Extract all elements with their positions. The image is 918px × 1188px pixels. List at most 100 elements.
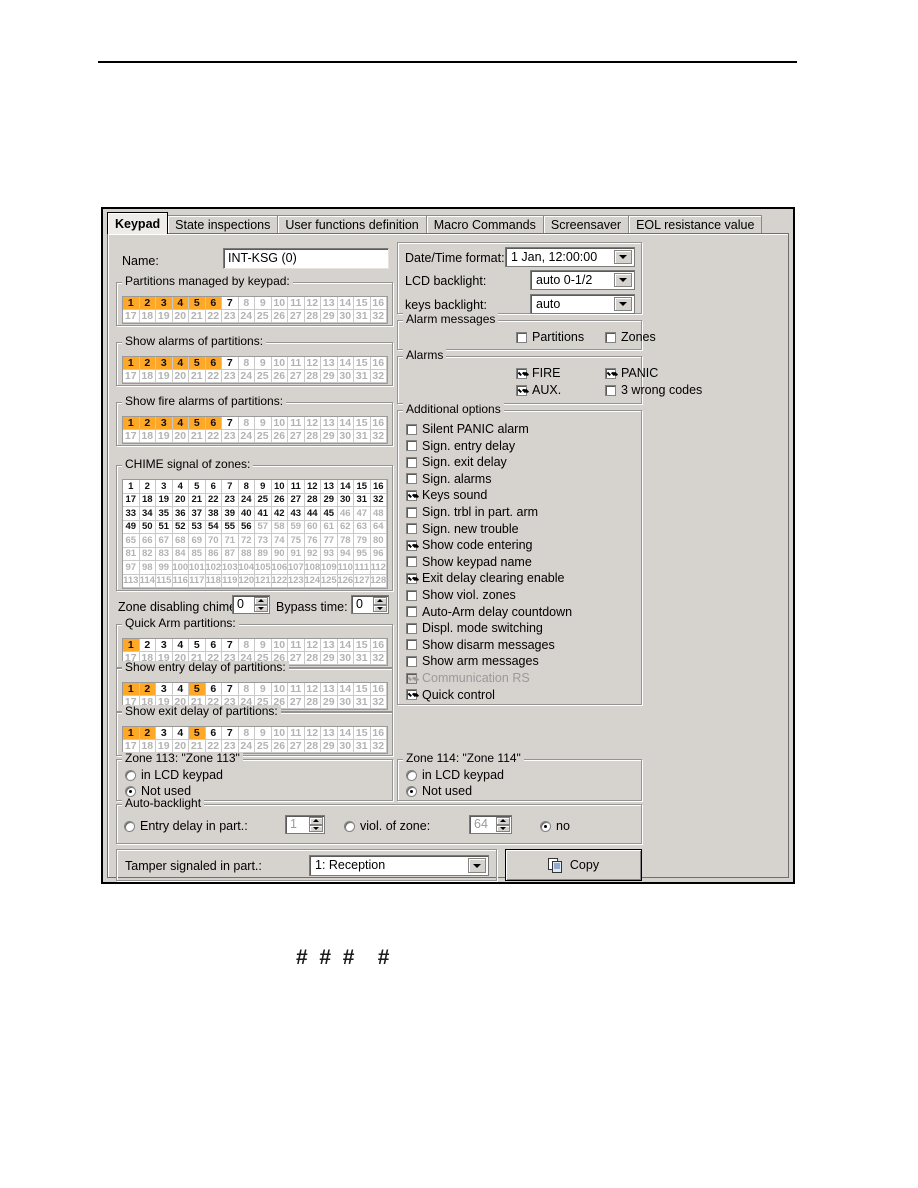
partition-cell-3[interactable]: 3 (156, 683, 173, 696)
chime-zone-cell-73[interactable]: 73 (255, 534, 272, 548)
datetime-format-select[interactable]: 1 Jan, 12:00:00 (505, 247, 635, 267)
partition-cell-16[interactable]: 16 (370, 297, 387, 310)
show-exit-delay-grid[interactable]: 1 2 3 4 5 6 7 8 9 10 11 12 13 14 15 16 17 18 19 20 21 22 23 24 2… (122, 726, 388, 754)
partition-cell-9[interactable]: 9 (255, 357, 272, 370)
partition-cell-5[interactable]: 5 (189, 417, 206, 430)
partition-cell-31[interactable]: 31 (354, 740, 371, 753)
chime-zone-cell-40[interactable]: 40 (238, 507, 255, 521)
partition-cell-30[interactable]: 30 (337, 370, 354, 383)
chime-zone-cell-48[interactable]: 48 (370, 507, 387, 521)
chime-zone-cell-59[interactable]: 59 (288, 520, 305, 534)
chime-zone-cell-1[interactable]: 1 (123, 480, 140, 494)
chime-zone-cell-63[interactable]: 63 (354, 520, 371, 534)
chime-zone-cell-110[interactable]: 110 (337, 561, 354, 575)
partition-cell-16[interactable]: 16 (370, 357, 387, 370)
chime-zone-cell-15[interactable]: 15 (354, 480, 371, 494)
partition-cell-15[interactable]: 15 (354, 639, 371, 652)
alarms-3-wrong-codes-checkbox[interactable]: 3 wrong codes (605, 383, 702, 397)
partition-cell-7[interactable]: 7 (222, 357, 239, 370)
chime-zone-cell-6[interactable]: 6 (205, 480, 222, 494)
partition-cell-10[interactable]: 10 (271, 357, 288, 370)
chime-zone-cell-62[interactable]: 62 (337, 520, 354, 534)
partitions-managed-grid[interactable]: 1 2 3 4 5 6 7 8 9 10 11 12 13 14 15 16 17 18 19 20 21 22 23 24 2… (122, 296, 388, 324)
partition-cell-30[interactable]: 30 (337, 740, 354, 753)
chime-zone-cell-106[interactable]: 106 (271, 561, 288, 575)
auto-backlight-entry-delay-radio[interactable]: Entry delay in part.: (124, 819, 248, 833)
chime-zone-cell-74[interactable]: 74 (271, 534, 288, 548)
bypass-time-spin-buttons[interactable] (373, 597, 387, 612)
chime-zone-cell-118[interactable]: 118 (205, 574, 222, 588)
partition-cell-16[interactable]: 16 (370, 683, 387, 696)
partition-cell-29[interactable]: 29 (321, 652, 338, 665)
partition-cell-5[interactable]: 5 (189, 357, 206, 370)
partition-cell-31[interactable]: 31 (354, 696, 371, 709)
partition-cell-9[interactable]: 9 (255, 417, 272, 430)
chime-zone-cell-53[interactable]: 53 (189, 520, 206, 534)
auto-backlight-entry-delay-stepper[interactable]: 1 (285, 815, 325, 834)
additional-option-sign-exit-delay-checkbox[interactable]: Sign. exit delay (406, 455, 507, 469)
partition-cell-28[interactable]: 28 (304, 652, 321, 665)
chime-zone-cell-9[interactable]: 9 (255, 480, 272, 494)
partition-cell-28[interactable]: 28 (304, 370, 321, 383)
chime-zone-cell-93[interactable]: 93 (321, 547, 338, 561)
additional-option-sign-trbl-in-part-arm-checkbox[interactable]: Sign. trbl in part. arm (406, 505, 538, 519)
partition-cell-13[interactable]: 13 (321, 727, 338, 740)
chime-zone-cell-47[interactable]: 47 (354, 507, 371, 521)
chime-zone-cell-44[interactable]: 44 (304, 507, 321, 521)
chime-zone-cell-105[interactable]: 105 (255, 561, 272, 575)
chime-zone-cell-23[interactable]: 23 (222, 493, 239, 507)
partition-cell-11[interactable]: 11 (288, 297, 305, 310)
partition-cell-31[interactable]: 31 (354, 430, 371, 443)
chime-zone-cell-94[interactable]: 94 (337, 547, 354, 561)
partition-cell-19[interactable]: 19 (156, 430, 173, 443)
partition-cell-16[interactable]: 16 (370, 639, 387, 652)
additional-option-show-viol-zones-checkbox[interactable]: Show viol. zones (406, 588, 516, 602)
partition-cell-11[interactable]: 11 (288, 639, 305, 652)
chime-zone-cell-68[interactable]: 68 (172, 534, 189, 548)
additional-option-sign-entry-delay-checkbox[interactable]: Sign. entry delay (406, 439, 515, 453)
partition-cell-24[interactable]: 24 (238, 370, 255, 383)
partition-cell-9[interactable]: 9 (255, 297, 272, 310)
partition-cell-5[interactable]: 5 (189, 297, 206, 310)
zone114-not-used-radio[interactable]: Not used (406, 784, 472, 798)
chime-zone-cell-70[interactable]: 70 (205, 534, 222, 548)
name-input[interactable]: INT-KSG (0) (223, 248, 389, 269)
partition-cell-3[interactable]: 3 (156, 357, 173, 370)
chime-zone-cell-83[interactable]: 83 (156, 547, 173, 561)
chime-zone-cell-49[interactable]: 49 (123, 520, 140, 534)
chime-zone-cell-16[interactable]: 16 (370, 480, 387, 494)
chime-zone-cell-111[interactable]: 111 (354, 561, 371, 575)
chime-zone-cell-95[interactable]: 95 (354, 547, 371, 561)
partition-cell-15[interactable]: 15 (354, 683, 371, 696)
alarm-messages-partitions-checkbox[interactable]: Partitions (516, 330, 584, 344)
chime-zone-cell-3[interactable]: 3 (156, 480, 173, 494)
partition-cell-12[interactable]: 12 (304, 727, 321, 740)
chime-zone-cell-14[interactable]: 14 (337, 480, 354, 494)
partition-cell-4[interactable]: 4 (172, 357, 189, 370)
chime-zone-cell-99[interactable]: 99 (156, 561, 173, 575)
partition-cell-1[interactable]: 1 (123, 683, 140, 696)
partition-cell-4[interactable]: 4 (172, 297, 189, 310)
partition-cell-8[interactable]: 8 (238, 683, 255, 696)
chime-zone-cell-21[interactable]: 21 (189, 493, 206, 507)
partition-cell-1[interactable]: 1 (123, 357, 140, 370)
alarm-messages-zones-checkbox[interactable]: Zones (605, 330, 656, 344)
chime-zone-cell-65[interactable]: 65 (123, 534, 140, 548)
chime-zone-cell-58[interactable]: 58 (271, 520, 288, 534)
partition-cell-6[interactable]: 6 (205, 357, 222, 370)
partition-cell-7[interactable]: 7 (222, 639, 239, 652)
partition-cell-13[interactable]: 13 (321, 683, 338, 696)
chime-zone-cell-50[interactable]: 50 (139, 520, 156, 534)
partition-cell-12[interactable]: 12 (304, 683, 321, 696)
chime-zone-cell-112[interactable]: 112 (370, 561, 387, 575)
additional-option-show-arm-messages-checkbox[interactable]: Show arm messages (406, 654, 539, 668)
chime-zone-cell-55[interactable]: 55 (222, 520, 239, 534)
tab-state-inspections[interactable]: State inspections (167, 215, 279, 234)
additional-option-silent-panic-alarm-checkbox[interactable]: Silent PANIC alarm (406, 422, 529, 436)
chime-zone-cell-92[interactable]: 92 (304, 547, 321, 561)
partition-cell-9[interactable]: 9 (255, 639, 272, 652)
additional-option-show-code-entering-checkbox[interactable]: Show code entering (406, 538, 533, 552)
chime-zone-cell-96[interactable]: 96 (370, 547, 387, 561)
chime-zone-cell-86[interactable]: 86 (205, 547, 222, 561)
partition-cell-16[interactable]: 16 (370, 417, 387, 430)
